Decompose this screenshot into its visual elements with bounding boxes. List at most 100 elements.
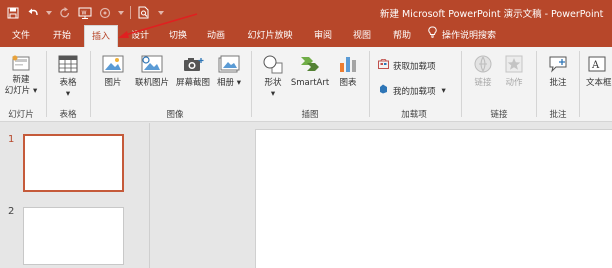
tables-group-label: 表格 xyxy=(59,110,77,120)
svg-text:W: W xyxy=(82,10,87,16)
svg-text:A: A xyxy=(591,60,600,71)
online-pictures-label: 联机图片 xyxy=(134,78,169,88)
tab-transitions[interactable]: 切换 xyxy=(163,25,193,47)
title-separator: - xyxy=(544,9,549,20)
redo-icon[interactable] xyxy=(58,6,72,20)
slide-thumbnails-pane[interactable]: 1 2 xyxy=(0,123,150,268)
save-icon[interactable] xyxy=(6,6,20,20)
addins-icon xyxy=(378,84,389,97)
get-addins-label: 获取加载项 xyxy=(393,61,436,72)
group-separator xyxy=(369,51,370,117)
tab-slideshow[interactable]: 幻灯片放映 xyxy=(244,25,296,47)
title-bar: W 新建 Microsoft PowerPoint 演示文稿 - PowerPoin… xyxy=(0,0,612,25)
online-pictures-button[interactable]: 联机图片 xyxy=(131,53,173,89)
group-separator xyxy=(536,51,537,117)
chart-button[interactable]: 图表 xyxy=(334,53,362,89)
action-label: 动作 xyxy=(505,78,523,88)
my-addins-button[interactable]: 我的加载项 ▾ xyxy=(378,84,446,97)
group-separator xyxy=(461,51,462,117)
tab-insert[interactable]: 插入 xyxy=(84,25,118,48)
links-group-label: 链接 xyxy=(490,110,508,120)
new-slide-button[interactable]: 新建 幻灯片 ▾ xyxy=(4,53,38,97)
shapes-button[interactable]: 形状 ▾ xyxy=(257,53,289,100)
group-separator xyxy=(579,51,580,117)
online-picture-icon xyxy=(141,53,163,75)
slide-number: 1 xyxy=(8,134,15,145)
addins-group-label: 加载项 xyxy=(401,110,427,120)
screenshot-button[interactable]: 屏幕截图 xyxy=(174,53,212,89)
textbox-icon: A xyxy=(586,53,608,75)
slide-canvas[interactable] xyxy=(255,129,612,268)
get-addins-button[interactable]: 获取加载项 xyxy=(378,58,436,72)
chart-label: 图表 xyxy=(339,78,357,88)
images-group-label: 图像 xyxy=(166,110,184,120)
chevron-down-icon[interactable] xyxy=(118,6,124,20)
link-icon xyxy=(472,53,494,75)
my-addins-label: 我的加载项 xyxy=(393,86,436,97)
photo-album-button[interactable]: 相册 ▾ xyxy=(214,53,244,89)
touch-mode-icon[interactable] xyxy=(98,6,112,20)
slide-thumbnail[interactable] xyxy=(23,134,124,192)
tab-review[interactable]: 审阅 xyxy=(308,25,338,47)
slide-thumbnail[interactable] xyxy=(23,207,124,265)
pictures-button[interactable]: 图片 xyxy=(96,53,130,89)
tell-me-search[interactable]: 操作说明搜索 xyxy=(428,25,514,47)
undo-icon[interactable] xyxy=(26,6,40,20)
table-icon xyxy=(57,53,79,75)
chevron-down-icon[interactable] xyxy=(46,6,52,20)
chevron-down-icon: ▾ xyxy=(65,89,71,99)
app-name: PowerPoint xyxy=(551,9,604,20)
shapes-label: 形状 xyxy=(264,78,282,88)
chevron-down-icon: ▾ xyxy=(270,89,276,99)
tell-me-label: 操作说明搜索 xyxy=(442,31,497,41)
tab-home[interactable]: 开始 xyxy=(47,25,77,47)
ribbon-insert: 新建 幻灯片 ▾ 表格 ▾ 图片 联机图片 屏幕截图 相册 ▾ 图像 形状 ▾ … xyxy=(0,47,612,122)
illustrations-group-label: 插图 xyxy=(301,110,319,120)
photo-album-label: 相册 ▾ xyxy=(217,78,241,88)
textbox-label: 文本框 xyxy=(586,78,612,88)
pictures-label: 图片 xyxy=(104,78,122,88)
store-icon xyxy=(378,58,389,72)
print-preview-icon[interactable] xyxy=(137,6,151,20)
group-separator xyxy=(90,51,91,117)
qat-separator xyxy=(130,6,131,19)
new-slide-icon xyxy=(10,53,32,75)
shapes-icon xyxy=(262,53,284,75)
comment-label: 批注 xyxy=(549,78,567,88)
smartart-icon xyxy=(299,53,321,75)
new-slide-label-1: 新建 xyxy=(12,75,30,85)
link-button[interactable]: 链接 xyxy=(470,53,496,89)
table-label: 表格 xyxy=(59,78,77,88)
slide-number: 2 xyxy=(8,206,15,217)
screenshot-label: 屏幕截图 xyxy=(175,78,210,88)
tab-view[interactable]: 视图 xyxy=(347,25,377,47)
tab-file[interactable]: 文件 xyxy=(8,25,34,47)
pane-divider[interactable] xyxy=(149,123,150,268)
chart-icon xyxy=(337,53,359,75)
ribbon-tabs: 文件 开始 插入 设计 切换 动画 幻灯片放映 审阅 视图 帮助 操作说明搜索 xyxy=(0,25,612,48)
group-separator xyxy=(251,51,252,117)
lightbulb-icon xyxy=(428,25,437,47)
comment-button[interactable]: 批注 xyxy=(544,53,572,89)
quick-access-toolbar: W xyxy=(6,4,165,21)
action-star-icon xyxy=(503,53,525,75)
window-title: 新建 Microsoft PowerPoint 演示文稿 - PowerPoint xyxy=(380,6,603,20)
group-separator xyxy=(46,51,47,117)
table-button[interactable]: 表格 ▾ xyxy=(52,53,84,100)
tab-animations[interactable]: 动画 xyxy=(201,25,231,47)
tab-design[interactable]: 设计 xyxy=(125,25,155,47)
action-button[interactable]: 动作 xyxy=(500,53,528,89)
chevron-down-icon: ▾ xyxy=(441,85,446,96)
textbox-button[interactable]: A 文本框 xyxy=(586,53,612,89)
tab-help[interactable]: 帮助 xyxy=(387,25,417,47)
new-slide-label-2: 幻灯片 ▾ xyxy=(4,86,38,96)
slides-group-label: 幻灯片 xyxy=(8,110,34,120)
link-label: 链接 xyxy=(474,78,492,88)
comments-group-label: 批注 xyxy=(549,110,567,120)
comment-icon xyxy=(547,53,569,75)
camera-icon xyxy=(182,53,204,75)
customize-qat-icon[interactable] xyxy=(157,6,165,20)
photo-album-icon xyxy=(218,53,240,75)
present-icon[interactable]: W xyxy=(78,6,92,20)
smartart-button[interactable]: SmartArt xyxy=(288,53,332,89)
